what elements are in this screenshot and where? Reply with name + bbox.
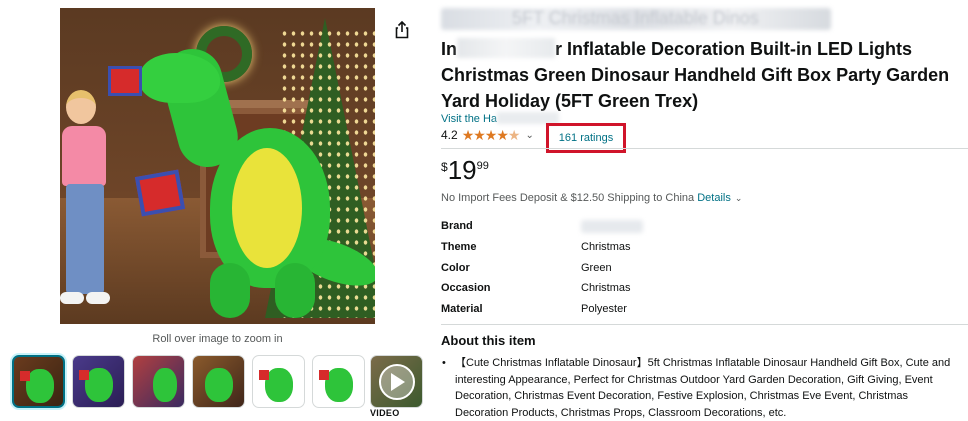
dinosaur-icon — [265, 368, 293, 402]
main-product-image[interactable] — [60, 8, 375, 324]
thumbnail-4[interactable] — [192, 355, 245, 408]
star-rating-icon[interactable]: ★★★★★ — [462, 127, 521, 144]
girl-jeans — [66, 184, 104, 294]
girl-shirt — [62, 126, 106, 186]
dinosaur-icon — [205, 368, 233, 402]
brand-redacted — [581, 219, 643, 233]
divider — [441, 324, 968, 325]
spec-value: Green — [581, 261, 612, 274]
about-bullet: 【Cute Christmas Inflatable Dinosaur】5ft … — [441, 355, 961, 421]
price-whole: 19 — [447, 155, 477, 185]
gift-icon — [259, 370, 269, 380]
gift-icon — [319, 370, 329, 380]
thumbnail-3[interactable] — [132, 355, 185, 408]
gift-box — [108, 66, 142, 96]
zoom-hint: Roll over image to zoom in — [152, 333, 283, 345]
spec-key: Brand — [441, 220, 473, 233]
chevron-down-icon[interactable]: ⌄ — [735, 193, 743, 203]
thumbnail-6[interactable] — [312, 355, 365, 408]
gift-icon — [20, 371, 30, 381]
ratings-count[interactable]: 161 ratings — [559, 132, 613, 144]
spec-key: Theme — [441, 241, 477, 254]
product-title: In r Inflatable Decoration Built-in LED L… — [441, 36, 961, 114]
product-specs: Brand Theme Christmas Color Green Occasi… — [441, 216, 643, 319]
dinosaur-leg — [275, 263, 315, 318]
girl-shoe — [60, 292, 84, 304]
play-icon — [391, 373, 405, 391]
price-symbol: $ — [441, 160, 448, 174]
shipping-details-link[interactable]: Details — [697, 192, 731, 204]
dinosaur-icon — [325, 368, 353, 402]
spec-key: Material — [441, 303, 483, 316]
video-label: VIDEO — [370, 408, 400, 418]
shipping-text: No Import Fees Deposit & $12.50 Shipping… — [441, 192, 695, 204]
video-thumbnail[interactable] — [370, 355, 423, 408]
price: $ 19 99 — [441, 156, 489, 184]
dinosaur-icon — [26, 369, 54, 403]
price-fraction: 99 — [476, 160, 489, 172]
title-redacted-segment — [457, 38, 555, 58]
divider — [441, 148, 968, 149]
share-icon[interactable] — [392, 20, 412, 40]
title-line1-blurred: 5FT Christmas Inflatable Dinos — [512, 8, 759, 28]
dinosaur-icon — [85, 368, 113, 402]
dinosaur-belly — [232, 148, 302, 268]
rating-value: 4.2 — [441, 128, 458, 142]
spec-value: Christmas — [581, 282, 631, 295]
spec-row-brand: Brand — [441, 216, 643, 237]
shipping-info: No Import Fees Deposit & $12.50 Shipping… — [441, 192, 742, 204]
spec-row-material: Material Polyester — [441, 299, 643, 320]
spec-value: Christmas — [581, 241, 631, 254]
dinosaur-leg — [210, 263, 250, 318]
girl-shoe — [86, 292, 110, 304]
spec-row-occasion: Occasion Christmas — [441, 278, 643, 299]
store-link-text[interactable]: Visit the Ha — [441, 113, 497, 125]
spec-row-theme: Theme Christmas — [441, 237, 643, 258]
gift-icon — [79, 370, 89, 380]
about-heading: About this item — [441, 333, 536, 348]
thumbnail-2[interactable] — [72, 355, 125, 408]
spec-value: Polyester — [581, 303, 627, 316]
title-prefix: In — [441, 39, 457, 59]
spec-row-color: Color Green — [441, 257, 643, 278]
about-bullets: 【Cute Christmas Inflatable Dinosaur】5ft … — [441, 355, 961, 421]
gift-box — [134, 169, 186, 217]
girl-head — [66, 90, 96, 124]
spec-key: Occasion — [441, 282, 491, 295]
thumbnail-5[interactable] — [252, 355, 305, 408]
spec-key: Color — [441, 261, 470, 274]
dinosaur-icon — [153, 368, 177, 402]
thumbnail-1[interactable] — [12, 355, 65, 408]
store-link[interactable]: Visit the Ha — [441, 112, 560, 125]
chevron-down-icon[interactable]: ⌄ — [525, 130, 533, 141]
rating-row[interactable]: 4.2 ★★★★★ ⌄ — [441, 127, 534, 143]
